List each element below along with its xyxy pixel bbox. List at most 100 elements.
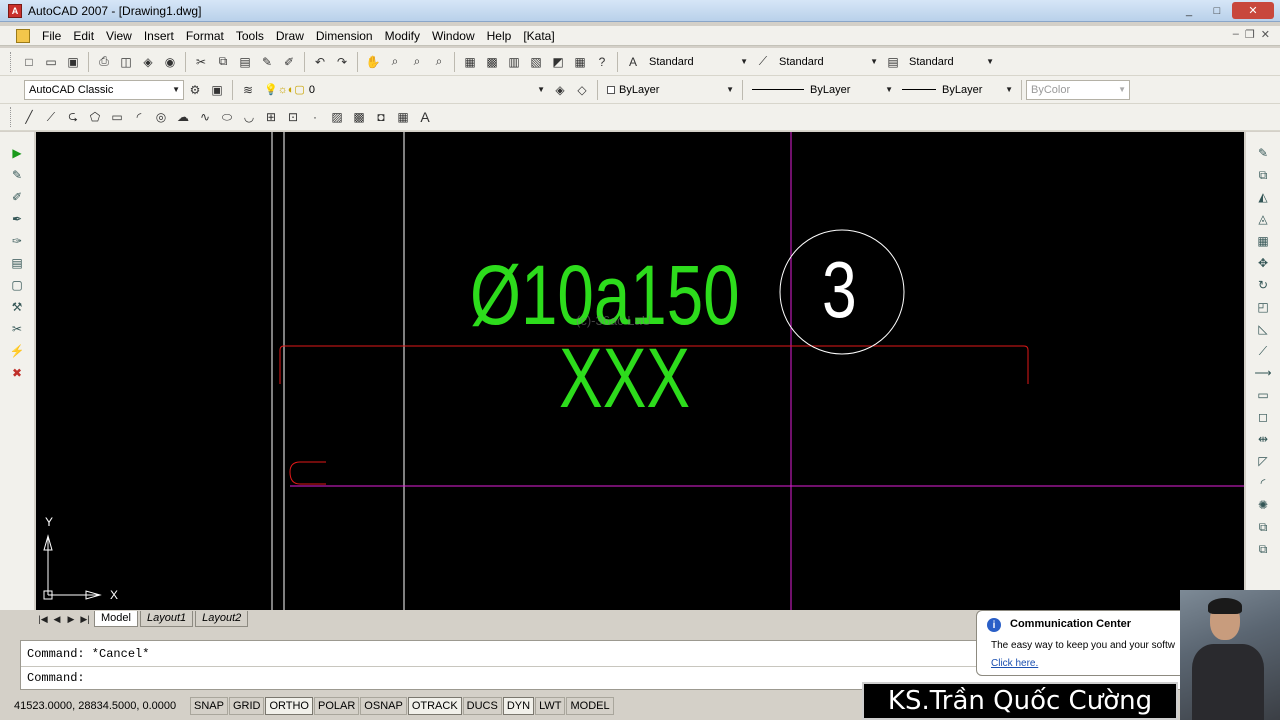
layer-previous-icon[interactable]: ◇ bbox=[573, 81, 591, 99]
ortho-toggle[interactable]: ORTHO bbox=[265, 697, 313, 715]
document-icon[interactable] bbox=[16, 28, 30, 43]
design-center-icon[interactable]: ▩ bbox=[483, 53, 501, 71]
insert-block-icon[interactable]: ⊞ bbox=[262, 108, 280, 126]
prev-tab-icon[interactable]: ◀ bbox=[50, 614, 64, 625]
doc-close-icon[interactable]: ✕ bbox=[1261, 28, 1270, 41]
close-button[interactable]: ✕ bbox=[1232, 2, 1274, 19]
copy-icon[interactable]: ⧉ bbox=[214, 53, 232, 71]
ellipse-arc-icon[interactable]: ◡ bbox=[240, 108, 258, 126]
lwt-toggle[interactable]: LWT bbox=[535, 697, 566, 715]
dim-style-icon[interactable]: ⟋ bbox=[754, 53, 772, 71]
cut-icon[interactable]: ✂ bbox=[192, 53, 210, 71]
text-style-dropdown[interactable]: Standard ▼ bbox=[644, 52, 752, 72]
table-style-icon[interactable]: ▤ bbox=[884, 53, 902, 71]
move-icon[interactable]: ✥ bbox=[1255, 255, 1271, 271]
doc-minimize-icon[interactable]: – bbox=[1233, 28, 1239, 41]
eyedropper-icon[interactable]: ✑ bbox=[9, 233, 25, 249]
stop-icon[interactable]: ✖ bbox=[9, 365, 25, 381]
polar-toggle[interactable]: POLAR bbox=[314, 697, 360, 715]
snap-toggle[interactable]: SNAP bbox=[190, 697, 228, 715]
polyline-icon[interactable]: ⮎ bbox=[64, 108, 82, 126]
osnap-toggle[interactable]: OSNAP bbox=[360, 697, 407, 715]
save-icon[interactable]: ▣ bbox=[64, 53, 82, 71]
my-workspace-icon[interactable]: ▣ bbox=[208, 81, 226, 99]
tab-model[interactable]: Model bbox=[94, 611, 138, 627]
sub-text[interactable]: XXX bbox=[559, 336, 690, 420]
monitor-icon[interactable]: ▢ bbox=[9, 277, 25, 293]
layer-dropdown[interactable]: 💡☼◐▢ 0 ▼ bbox=[259, 80, 549, 100]
stretch-icon[interactable]: ◺ bbox=[1255, 321, 1271, 337]
table-style-dropdown[interactable]: Standard ▼ bbox=[904, 52, 998, 72]
menu-modify[interactable]: Modify bbox=[379, 26, 426, 46]
pen-icon[interactable]: ✒ bbox=[9, 211, 25, 227]
array-icon[interactable]: ▦ bbox=[1255, 233, 1271, 249]
join-icon[interactable]: ⇹ bbox=[1255, 431, 1271, 447]
ellipse-icon[interactable]: ⬭ bbox=[218, 108, 236, 126]
open-icon[interactable]: ▭ bbox=[42, 53, 60, 71]
menu-window[interactable]: Window bbox=[426, 26, 481, 46]
lightning-icon[interactable]: ⚡ bbox=[9, 343, 25, 359]
ducs-toggle[interactable]: DUCS bbox=[462, 697, 502, 715]
otrack-toggle[interactable]: OTRACK bbox=[407, 697, 462, 715]
rectangle-icon[interactable]: ▭ bbox=[108, 108, 126, 126]
calculator-icon[interactable]: ▦ bbox=[571, 53, 589, 71]
text-style-icon[interactable]: A bbox=[624, 53, 642, 71]
tab-layout1[interactable]: Layout1 bbox=[139, 611, 194, 627]
help-icon[interactable]: ? bbox=[593, 53, 611, 71]
layer-tool-icon[interactable]: ⧉ bbox=[1255, 519, 1271, 535]
line-icon[interactable]: ╱ bbox=[20, 108, 38, 126]
scissors-icon[interactable]: ✂ bbox=[9, 321, 25, 337]
region-icon[interactable]: ◘ bbox=[372, 108, 390, 126]
menu-format[interactable]: Format bbox=[180, 26, 230, 46]
menu-view[interactable]: View bbox=[100, 26, 138, 46]
offset-icon[interactable]: ◬ bbox=[1255, 211, 1271, 227]
coordinate-readout[interactable]: 41523.0000, 28834.5000, 0.0000 bbox=[0, 700, 190, 712]
tool-palettes-icon[interactable]: ▥ bbox=[505, 53, 523, 71]
linetype-dropdown[interactable]: ByLayer ▼ bbox=[747, 80, 897, 100]
zoom-realtime-icon[interactable]: ⌕ bbox=[386, 53, 404, 71]
scale-icon[interactable]: ◰ bbox=[1255, 299, 1271, 315]
extend-icon[interactable]: ⟶ bbox=[1254, 365, 1271, 381]
properties-icon[interactable]: ▦ bbox=[461, 53, 479, 71]
plot-icon[interactable]: ⎙ bbox=[95, 53, 113, 71]
brush-icon[interactable]: ✐ bbox=[9, 189, 25, 205]
hatch-icon[interactable]: ▨ bbox=[328, 108, 346, 126]
minimize-button[interactable]: _ bbox=[1176, 2, 1202, 19]
paste-icon[interactable]: ▤ bbox=[236, 53, 254, 71]
dyn-toggle[interactable]: DYN bbox=[502, 697, 535, 715]
model-toggle[interactable]: MODEL bbox=[566, 697, 614, 715]
menu-help[interactable]: Help bbox=[481, 26, 518, 46]
fillet-icon[interactable]: ◜ bbox=[1255, 475, 1271, 491]
publish-icon[interactable]: ◈ bbox=[139, 53, 157, 71]
layer-tool-2-icon[interactable]: ⧉ bbox=[1255, 541, 1271, 557]
break-icon[interactable]: ◻ bbox=[1255, 409, 1271, 425]
dim-style-dropdown[interactable]: Standard ▼ bbox=[774, 52, 882, 72]
doc-restore-icon[interactable]: ❐ bbox=[1245, 28, 1255, 41]
zoom-previous-icon[interactable]: ⌕ bbox=[430, 53, 448, 71]
first-tab-icon[interactable]: |◀ bbox=[36, 614, 50, 625]
toolbar-grip[interactable] bbox=[10, 51, 14, 72]
make-object-layer-current-icon[interactable]: ◈ bbox=[551, 81, 569, 99]
zoom-window-icon[interactable]: ⌕ bbox=[408, 53, 426, 71]
workspace-dropdown[interactable]: AutoCAD Classic ▼ bbox=[24, 79, 184, 100]
rotate-icon[interactable]: ↻ bbox=[1255, 277, 1271, 293]
new-icon[interactable]: □ bbox=[20, 53, 38, 71]
chamfer-icon[interactable]: ◸ bbox=[1255, 453, 1271, 469]
trim-icon[interactable]: ⟋ bbox=[1255, 343, 1271, 359]
markup-icon[interactable]: ◩ bbox=[549, 53, 567, 71]
callout-number[interactable]: 3 bbox=[822, 250, 857, 330]
tab-layout2[interactable]: Layout2 bbox=[195, 611, 249, 627]
revision-cloud-icon[interactable]: ☁ bbox=[174, 108, 192, 126]
undo-icon[interactable]: ↶ bbox=[311, 53, 329, 71]
menu-draw[interactable]: Draw bbox=[270, 26, 310, 46]
pencil-icon[interactable]: ✎ bbox=[9, 167, 25, 183]
block-editor-icon[interactable]: ✐ bbox=[280, 53, 298, 71]
menu-dimension[interactable]: Dimension bbox=[310, 26, 379, 46]
layer-manager-icon[interactable]: ≋ bbox=[239, 81, 257, 99]
lineweight-dropdown[interactable]: ByLayer ▼ bbox=[897, 80, 1017, 100]
redo-icon[interactable]: ↷ bbox=[333, 53, 351, 71]
wrench-icon[interactable]: ⚒ bbox=[9, 299, 25, 315]
play-icon[interactable]: ▶ bbox=[9, 145, 25, 161]
document-icon[interactable]: ▤ bbox=[9, 255, 25, 271]
menu-file[interactable]: File bbox=[36, 26, 67, 46]
